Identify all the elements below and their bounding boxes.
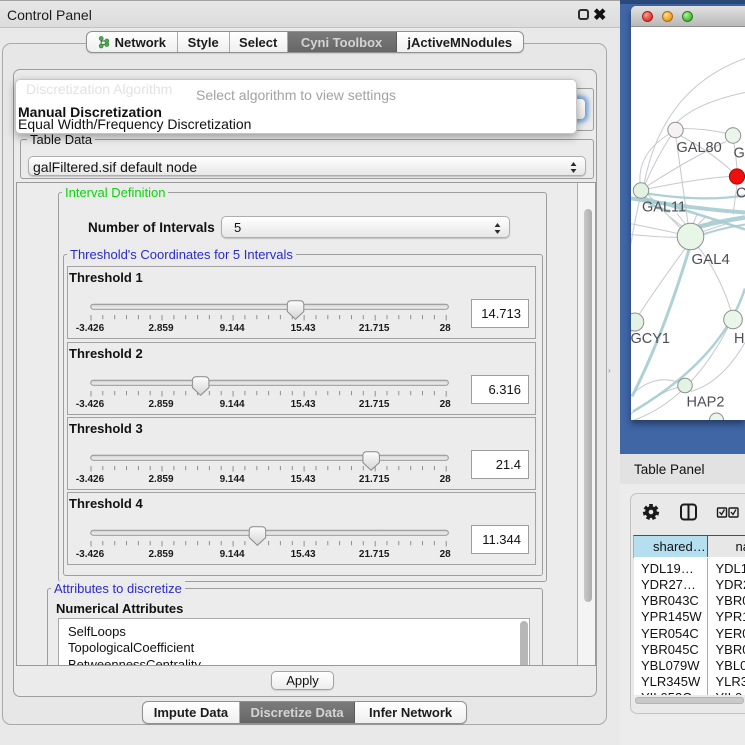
svg-text:GAL11: GAL11 <box>642 199 686 215</box>
svg-text:GCY1: GCY1 <box>631 331 670 347</box>
svg-text:GA: GA <box>734 145 745 161</box>
svg-text:HAP2: HAP2 <box>687 394 725 410</box>
svg-text:CO: CO <box>736 185 745 201</box>
svg-text:H: H <box>734 331 744 347</box>
svg-text:GAL4: GAL4 <box>692 251 730 268</box>
svg-text:GAL80: GAL80 <box>677 140 722 156</box>
